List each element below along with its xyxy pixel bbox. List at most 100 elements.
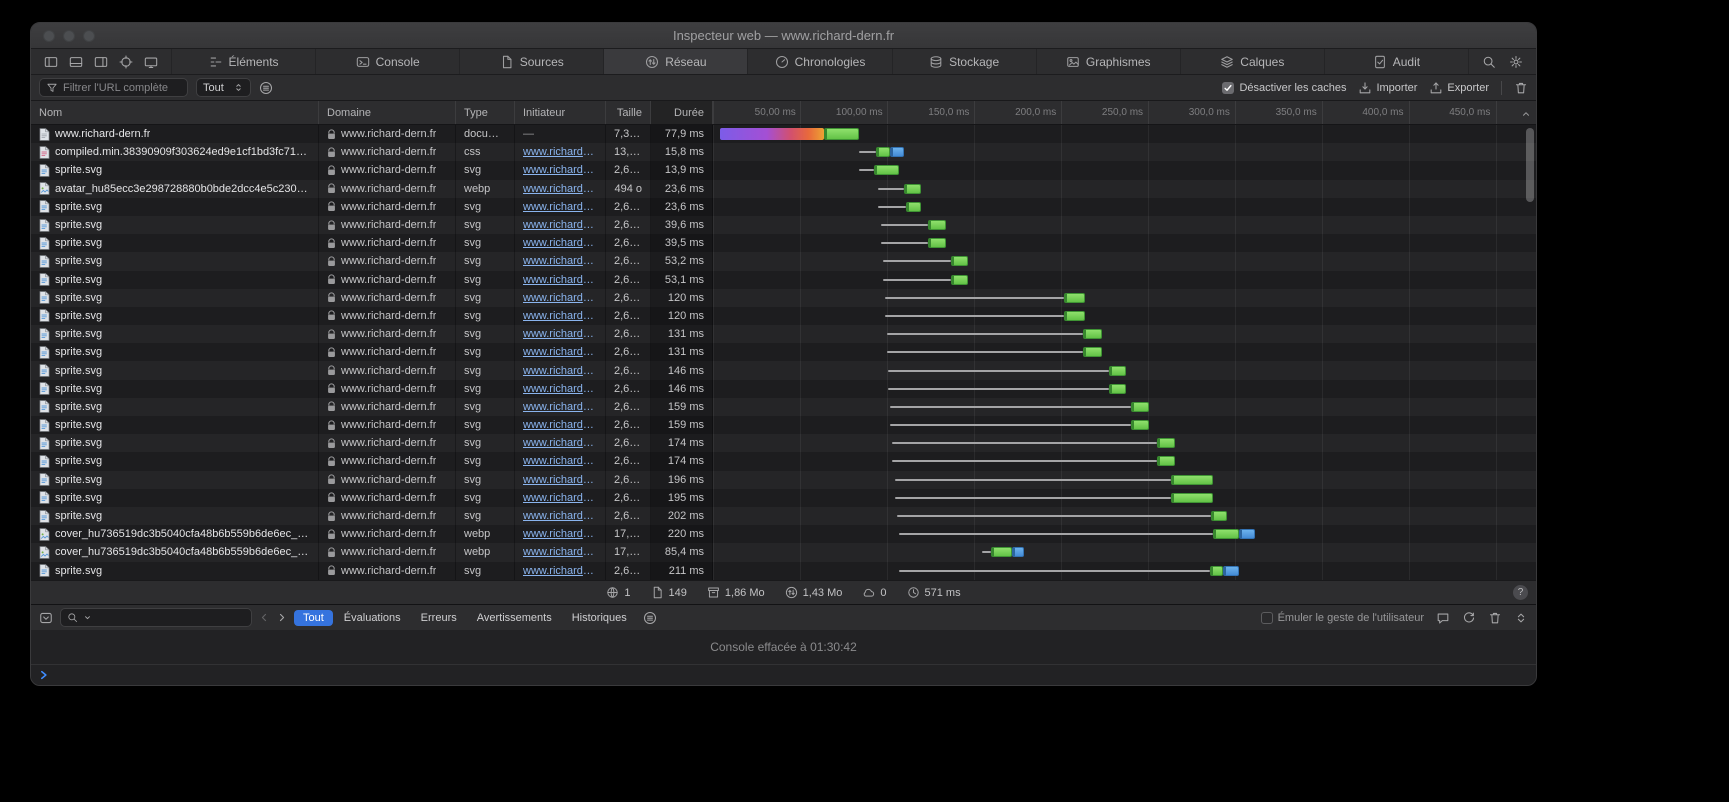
console-scope-avertissements[interactable]: Avertissements bbox=[468, 610, 561, 626]
column-header-size[interactable]: Taille bbox=[606, 101, 651, 124]
table-row[interactable]: sprite.svgwww.richard-dern.frsvgwww.rich… bbox=[31, 234, 1536, 252]
initiator-link[interactable]: www.richard-d… bbox=[523, 474, 597, 486]
tab-console[interactable]: Console bbox=[316, 49, 460, 74]
table-row[interactable]: sprite.svgwww.richard-dern.frsvgwww.rich… bbox=[31, 398, 1536, 416]
console-scope-erreurs[interactable]: Erreurs bbox=[412, 610, 466, 626]
console-scope-historiques[interactable]: Historiques bbox=[563, 610, 636, 626]
next-result-button[interactable] bbox=[276, 612, 287, 623]
table-row[interactable]: sprite.svgwww.richard-dern.frsvgwww.rich… bbox=[31, 507, 1536, 525]
initiator-link[interactable]: www.richard-d… bbox=[523, 292, 597, 304]
console-scope-évaluations[interactable]: Évaluations bbox=[335, 610, 410, 626]
tab-audit[interactable]: Audit bbox=[1325, 49, 1469, 74]
table-row[interactable]: sprite.svgwww.richard-dern.frsvgwww.rich… bbox=[31, 380, 1536, 398]
inspect-icon[interactable] bbox=[119, 55, 133, 69]
table-row[interactable]: sprite.svgwww.richard-dern.frsvgwww.rich… bbox=[31, 471, 1536, 489]
table-row[interactable]: sprite.svgwww.richard-dern.frsvgwww.rich… bbox=[31, 198, 1536, 216]
previous-result-button[interactable] bbox=[259, 612, 270, 623]
table-row[interactable]: sprite.svgwww.richard-dern.frsvgwww.rich… bbox=[31, 289, 1536, 307]
table-row[interactable]: sprite.svgwww.richard-dern.frsvgwww.rich… bbox=[31, 325, 1536, 343]
console-prompt[interactable] bbox=[31, 664, 1536, 685]
table-row[interactable]: avatar_hu85ecc3e298728880b0bde2dcc4e5c23… bbox=[31, 180, 1536, 198]
initiator-link[interactable]: www.richard-d… bbox=[523, 310, 597, 322]
sidebar-left-icon[interactable] bbox=[44, 55, 58, 69]
tab-calques[interactable]: Calques bbox=[1181, 49, 1325, 74]
console-search-input[interactable] bbox=[97, 612, 227, 624]
tab-reseau[interactable]: Réseau bbox=[604, 49, 748, 74]
table-row[interactable]: sprite.svgwww.richard-dern.frsvgwww.rich… bbox=[31, 161, 1536, 179]
bottom-panel-icon[interactable] bbox=[69, 55, 83, 69]
clear-network-trash-icon[interactable] bbox=[1514, 81, 1528, 95]
initiator-link[interactable]: www.richard-d… bbox=[523, 419, 597, 431]
console-scope-icon[interactable] bbox=[39, 611, 53, 625]
console-scope-tout[interactable]: Tout bbox=[294, 610, 333, 626]
initiator-link[interactable]: www.richard-d… bbox=[523, 510, 597, 522]
initiator-link[interactable]: www.richard-d… bbox=[523, 437, 597, 449]
initiator-link[interactable]: www.richard-d… bbox=[523, 146, 597, 158]
minimize-window-button[interactable] bbox=[63, 30, 75, 42]
resource-type-select[interactable]: Tout bbox=[196, 78, 251, 97]
settings-icon[interactable] bbox=[1509, 55, 1523, 69]
sidebar-right-icon[interactable] bbox=[94, 55, 108, 69]
tab-elements[interactable]: Éléments bbox=[172, 49, 316, 74]
initiator-link[interactable]: www.richard-d… bbox=[523, 219, 597, 231]
tab-graphismes[interactable]: Graphismes bbox=[1037, 49, 1181, 74]
table-row[interactable]: cover_hu736519dc3b5040cfa48b6b559b6de6ec… bbox=[31, 543, 1536, 561]
initiator-link[interactable]: www.richard-d… bbox=[523, 455, 597, 467]
clear-console-trash-icon[interactable] bbox=[1488, 611, 1502, 625]
table-row[interactable]: cover_hu736519dc3b5040cfa48b6b559b6de6ec… bbox=[31, 525, 1536, 543]
console-reload-icon[interactable] bbox=[1462, 611, 1476, 625]
search-icon[interactable] bbox=[1482, 55, 1496, 69]
table-row[interactable]: sprite.svgwww.richard-dern.frsvgwww.rich… bbox=[31, 361, 1536, 379]
close-window-button[interactable] bbox=[43, 30, 55, 42]
console-options-icon[interactable] bbox=[643, 611, 657, 625]
console-search-field[interactable] bbox=[60, 608, 252, 627]
console-expand-icon[interactable] bbox=[1514, 611, 1528, 625]
column-header-type[interactable]: Type bbox=[456, 101, 515, 124]
column-header-duration[interactable]: Durée bbox=[651, 101, 713, 124]
initiator-link[interactable]: www.richard-d… bbox=[523, 164, 597, 176]
initiator-link[interactable]: www.richard-d… bbox=[523, 237, 597, 249]
initiator-link[interactable]: www.richard-d… bbox=[523, 528, 597, 540]
emulate-user-gesture-checkbox[interactable]: Émuler le geste de l'utilisateur bbox=[1261, 612, 1424, 624]
zoom-window-button[interactable] bbox=[83, 30, 95, 42]
table-row[interactable]: sprite.svgwww.richard-dern.frsvgwww.rich… bbox=[31, 216, 1536, 234]
initiator-link[interactable]: www.richard-d… bbox=[523, 201, 597, 213]
table-row[interactable]: www.richard-dern.frwww.richard-dern.frdo… bbox=[31, 125, 1536, 143]
column-header-initiator[interactable]: Initiateur bbox=[515, 101, 606, 124]
table-row[interactable]: sprite.svgwww.richard-dern.frsvgwww.rich… bbox=[31, 562, 1536, 580]
table-row[interactable]: sprite.svgwww.richard-dern.frsvgwww.rich… bbox=[31, 489, 1536, 507]
table-row[interactable]: sprite.svgwww.richard-dern.frsvgwww.rich… bbox=[31, 252, 1536, 270]
filter-options-icon[interactable] bbox=[259, 81, 273, 95]
table-row[interactable]: sprite.svgwww.richard-dern.frsvgwww.rich… bbox=[31, 343, 1536, 361]
tab-sources[interactable]: Sources bbox=[460, 49, 604, 74]
initiator-link[interactable]: www.richard-d… bbox=[523, 346, 597, 358]
import-button[interactable]: Importer bbox=[1358, 81, 1417, 95]
table-row[interactable]: sprite.svgwww.richard-dern.frsvgwww.rich… bbox=[31, 416, 1536, 434]
chevron-up-icon[interactable] bbox=[1521, 106, 1531, 124]
url-filter-field[interactable] bbox=[39, 78, 188, 97]
column-header-name[interactable]: Nom bbox=[31, 101, 319, 124]
console-messages-icon[interactable] bbox=[1436, 611, 1450, 625]
initiator-link[interactable]: www.richard-d… bbox=[523, 365, 597, 377]
tab-stockage[interactable]: Stockage bbox=[893, 49, 1037, 74]
table-row[interactable]: sprite.svgwww.richard-dern.frsvgwww.rich… bbox=[31, 434, 1536, 452]
column-header-domain[interactable]: Domaine bbox=[319, 101, 456, 124]
table-row[interactable]: sprite.svgwww.richard-dern.frsvgwww.rich… bbox=[31, 452, 1536, 470]
table-row[interactable]: sprite.svgwww.richard-dern.frsvgwww.rich… bbox=[31, 271, 1536, 289]
initiator-link[interactable]: www.richard-d… bbox=[523, 401, 597, 413]
tab-chronologies[interactable]: Chronologies bbox=[748, 49, 892, 74]
initiator-link[interactable]: www.richard-d… bbox=[523, 274, 597, 286]
export-button[interactable]: Exporter bbox=[1429, 81, 1489, 95]
initiator-link[interactable]: www.richard-d… bbox=[523, 565, 597, 577]
url-filter-input[interactable] bbox=[63, 82, 181, 94]
initiator-link[interactable]: www.richard-d… bbox=[523, 183, 597, 195]
initiator-link[interactable]: www.richard-d… bbox=[523, 255, 597, 267]
help-button[interactable]: ? bbox=[1513, 585, 1528, 600]
table-scrollbar-thumb[interactable] bbox=[1526, 128, 1534, 202]
table-row[interactable]: sprite.svgwww.richard-dern.frsvgwww.rich… bbox=[31, 307, 1536, 325]
disable-caches-checkbox[interactable]: Désactiver les caches bbox=[1222, 82, 1346, 94]
initiator-link[interactable]: www.richard-d… bbox=[523, 546, 597, 558]
table-row[interactable]: compiled.min.38390909f303624ed9e1cf1bd3f… bbox=[31, 143, 1536, 161]
device-icon[interactable] bbox=[144, 55, 158, 69]
initiator-link[interactable]: www.richard-d… bbox=[523, 383, 597, 395]
